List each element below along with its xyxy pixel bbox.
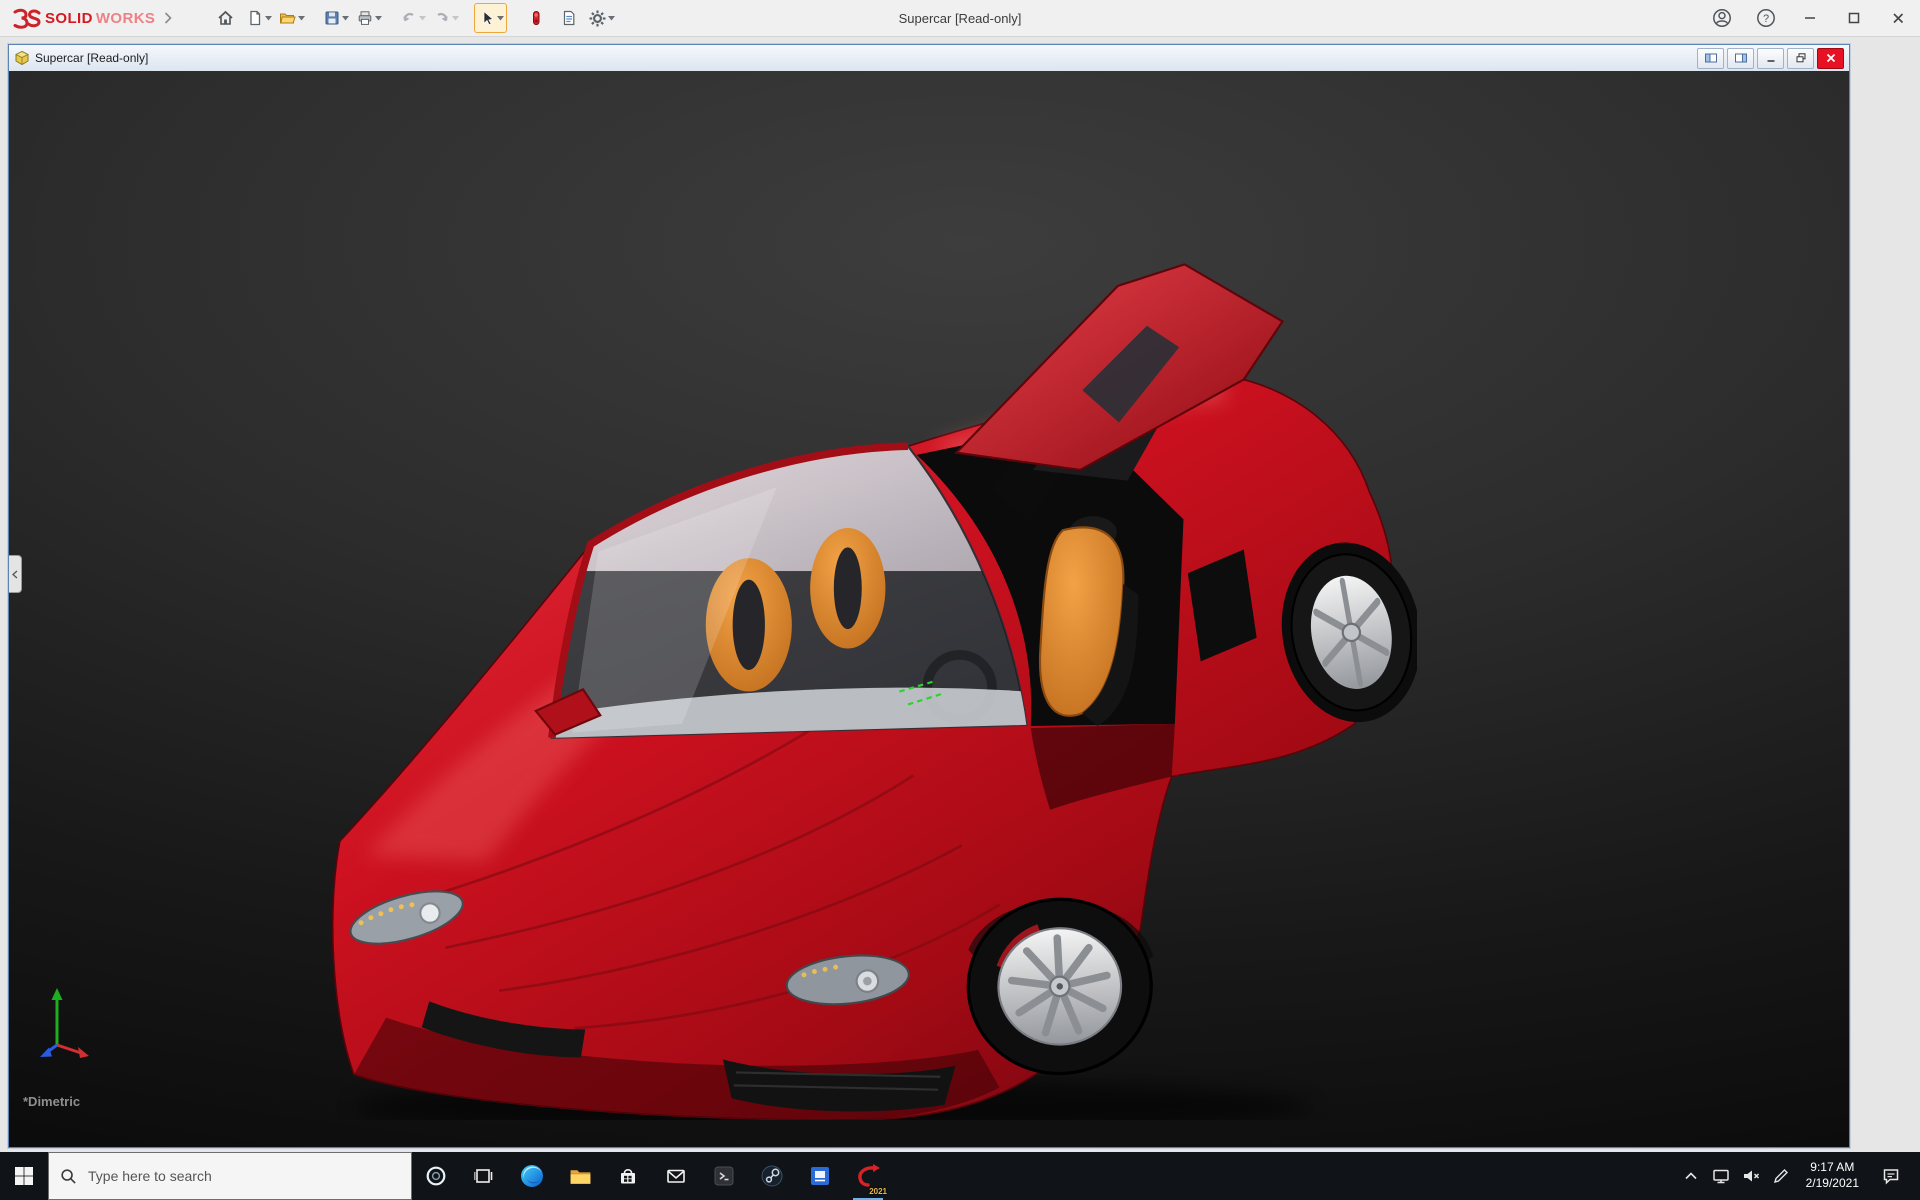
account-icon[interactable]	[1700, 0, 1744, 36]
clock-time: 9:17 AM	[1810, 1160, 1855, 1175]
dropdown-arrow-icon[interactable]	[374, 15, 382, 21]
redo-icon[interactable]	[430, 4, 461, 32]
search-input[interactable]	[86, 1167, 400, 1185]
car-3d-model	[331, 263, 1417, 1121]
close-button[interactable]	[1876, 0, 1920, 36]
document-window: Supercar [Read-only] *Dimetric	[8, 44, 1850, 1148]
chevron-left-icon	[12, 570, 18, 579]
steam-icon[interactable]	[748, 1152, 796, 1200]
app-window-title: Supercar [Read-only]	[898, 10, 1022, 26]
quick-access-toolbar	[210, 3, 617, 33]
solidworks-version-badge: 2021	[869, 1187, 887, 1196]
solidworks-2021-icon[interactable]: 2021	[844, 1152, 892, 1200]
search-icon	[61, 1168, 76, 1184]
dropdown-arrow-icon[interactable]	[341, 15, 349, 21]
taskbar: 2021 9:17 AM 2/19/2021	[0, 1152, 1920, 1200]
view-orientation-label: *Dimetric	[23, 1094, 81, 1109]
feature-pane-collapse-tab[interactable]	[9, 555, 22, 594]
network-icon[interactable]	[1706, 1152, 1736, 1200]
app-titlebar: SOLID WORKS Supercar [Read-only] ?	[0, 0, 1920, 37]
microsoft-store-icon[interactable]	[604, 1152, 652, 1200]
doc-close-button[interactable]	[1817, 47, 1844, 69]
edge-browser-icon[interactable]	[508, 1152, 556, 1200]
brand-solid: SOLID	[45, 9, 93, 27]
blue-app-icon[interactable]	[796, 1152, 844, 1200]
save-icon[interactable]	[320, 4, 351, 32]
3d-viewport[interactable]: *Dimetric	[9, 71, 1849, 1147]
system-tray: 9:17 AM 2/19/2021	[1676, 1152, 1920, 1200]
solidworks-logo: SOLID WORKS	[12, 7, 172, 29]
help-icon[interactable]: ?	[1744, 0, 1788, 36]
home-icon[interactable]	[210, 4, 241, 32]
pen-icon[interactable]	[1766, 1152, 1796, 1200]
3ds-logo-icon	[13, 8, 41, 29]
doc-restore-button[interactable]	[1787, 47, 1814, 69]
undo-icon[interactable]	[397, 4, 428, 32]
brand-expand-icon[interactable]	[164, 12, 172, 24]
document-type-icon	[15, 50, 29, 66]
document-title: Supercar [Read-only]	[35, 51, 149, 65]
pane-right-icon[interactable]	[1727, 47, 1754, 69]
svg-text:?: ?	[1763, 13, 1769, 25]
dropdown-arrow-icon[interactable]	[418, 15, 426, 21]
orientation-triad-icon	[40, 988, 89, 1058]
action-center-icon[interactable]	[1869, 1152, 1913, 1200]
taskbar-search[interactable]	[48, 1152, 412, 1200]
minimize-button[interactable]	[1788, 0, 1832, 36]
taskbar-clock[interactable]: 9:17 AM 2/19/2021	[1796, 1160, 1869, 1191]
start-button[interactable]	[0, 1152, 48, 1200]
print-icon[interactable]	[353, 4, 384, 32]
pane-left-icon[interactable]	[1697, 47, 1724, 69]
dropdown-arrow-icon[interactable]	[264, 15, 272, 21]
clock-date: 2/19/2021	[1805, 1176, 1859, 1190]
dropdown-arrow-icon[interactable]	[451, 15, 459, 21]
dropdown-arrow-icon[interactable]	[496, 15, 504, 21]
volume-muted-icon[interactable]	[1736, 1152, 1766, 1200]
titlebar-controls: ?	[1700, 0, 1920, 36]
mail-icon[interactable]	[652, 1152, 700, 1200]
cortana-icon[interactable]	[412, 1152, 460, 1200]
file-properties-icon[interactable]	[553, 4, 584, 32]
maximize-button[interactable]	[1832, 0, 1876, 36]
rebuild-icon[interactable]	[520, 4, 551, 32]
select-cursor-icon[interactable]	[474, 3, 508, 33]
open-icon[interactable]	[276, 4, 307, 32]
brand-works: WORKS	[95, 9, 156, 27]
doc-minimize-button[interactable]	[1757, 47, 1784, 69]
dropdown-arrow-icon[interactable]	[298, 15, 306, 21]
hidden-icons-chevron-icon[interactable]	[1676, 1152, 1706, 1200]
options-gear-icon[interactable]	[586, 4, 617, 32]
document-titlebar[interactable]: Supercar [Read-only]	[9, 45, 1849, 72]
dark-app-icon[interactable]	[700, 1152, 748, 1200]
dropdown-arrow-icon[interactable]	[608, 15, 616, 21]
document-window-controls	[1697, 47, 1844, 69]
new-document-icon[interactable]	[243, 4, 274, 32]
screen: SOLID WORKS Supercar [Read-only] ? Super…	[0, 0, 1920, 1200]
task-view-icon[interactable]	[460, 1152, 508, 1200]
file-explorer-icon[interactable]	[556, 1152, 604, 1200]
